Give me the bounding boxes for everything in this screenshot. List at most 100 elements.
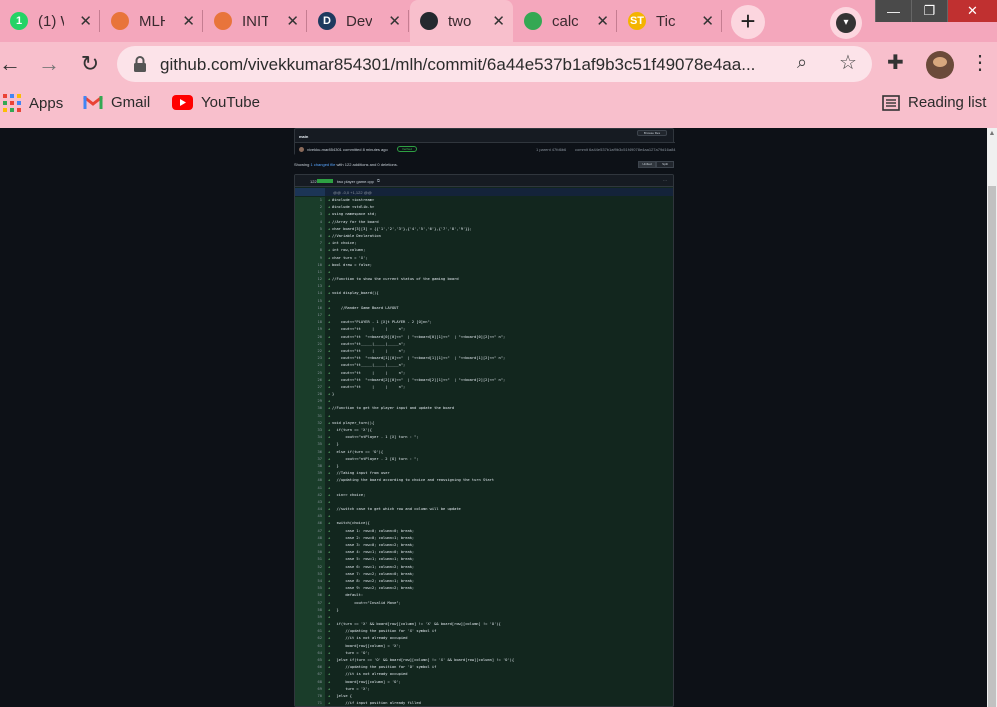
line-number[interactable]: 24 [295,362,325,370]
close-icon[interactable]: ✕ [701,12,714,30]
line-number[interactable]: 43 [295,498,325,507]
line-number[interactable]: 64 [295,649,325,657]
line-number[interactable]: 28 [295,391,325,399]
line-number[interactable]: 52 [295,563,325,571]
line-number[interactable]: 70 [295,692,325,701]
line-number[interactable]: 66 [295,664,325,672]
file-name[interactable]: two player game.cpp [337,179,374,184]
line-number[interactable]: 18 [295,319,325,327]
line-number[interactable]: 27 [295,383,325,392]
line-number[interactable]: 34 [295,434,325,442]
tab-4[interactable]: two ✕ [410,0,513,42]
line-number[interactable]: 2 [295,204,325,212]
line-number[interactable]: 26 [295,376,325,384]
line-number[interactable]: 67 [295,671,325,679]
close-icon[interactable]: ✕ [286,12,299,30]
line-number[interactable]: 30 [295,405,325,413]
line-number[interactable]: 44 [295,506,325,514]
line-number[interactable]: 56 [295,592,325,600]
line-number[interactable]: 6 [295,232,325,241]
tab-3[interactable]: D Dev ✕ [308,0,409,42]
line-number[interactable]: 1 [295,197,325,205]
line-number[interactable]: 13 [295,283,325,291]
profile-avatar[interactable] [926,51,954,79]
line-number[interactable]: 36 [295,448,325,456]
line-number[interactable]: 41 [295,484,325,492]
line-number[interactable]: 65 [295,657,325,665]
commit-parent[interactable]: 1 parent 47fd6b6 [536,147,566,152]
line-number[interactable]: 57 [295,599,325,607]
close-icon[interactable]: ✕ [596,12,609,30]
extensions-puzzle-icon[interactable]: ✚ [887,50,904,75]
line-number[interactable]: 69 [295,685,325,693]
forward-button[interactable]: → [35,50,63,78]
line-number[interactable]: 12 [295,276,325,284]
restore-button[interactable]: ❐ [911,0,947,22]
tab-0[interactable]: 1 (1) W ✕ [0,0,100,42]
line-number[interactable]: 59 [295,613,325,622]
line-number[interactable]: 15 [295,297,325,305]
line-number[interactable]: 51 [295,556,325,564]
close-icon[interactable]: ✕ [79,12,92,30]
line-number[interactable]: 55 [295,585,325,593]
line-number[interactable]: 8 [295,247,325,255]
line-number[interactable]: 20 [295,333,325,341]
line-number[interactable]: 63 [295,642,325,650]
close-icon[interactable]: ✕ [388,12,401,30]
line-number[interactable]: 42 [295,491,325,499]
verified-badge[interactable]: Verified [397,146,417,152]
line-number[interactable]: 50 [295,549,325,557]
line-number[interactable]: 62 [295,635,325,643]
line-number[interactable]: 35 [295,441,325,449]
line-number[interactable]: 38 [295,462,325,471]
line-number[interactable]: 23 [295,355,325,363]
close-icon[interactable]: ✕ [492,12,505,30]
line-number[interactable]: 40 [295,477,325,485]
scrollbar-thumb[interactable] [988,186,996,707]
line-number[interactable]: 46 [295,520,325,528]
reload-button[interactable]: ↻ [76,50,104,78]
line-number[interactable]: 48 [295,534,325,542]
tab-2[interactable]: INIT ✕ [204,0,307,42]
line-number[interactable]: 7 [295,240,325,248]
file-options-icon[interactable]: ⋯ [663,178,667,183]
line-number[interactable]: 37 [295,455,325,463]
minimize-button[interactable]: — [875,0,911,22]
bookmark-youtube[interactable]: YouTube [172,94,260,111]
line-number[interactable]: 4 [295,218,325,226]
line-number[interactable]: 32 [295,419,325,427]
bookmark-apps[interactable]: Apps [3,94,63,112]
tab-1[interactable]: MLH ✕ [101,0,203,42]
line-number[interactable]: 16 [295,304,325,312]
copy-icon[interactable]: ⧉ [377,178,380,183]
tab-search-button[interactable]: ▾ [830,7,862,39]
new-tab-button[interactable]: + [731,5,765,39]
line-number[interactable]: 22 [295,347,325,356]
address-bar[interactable]: github.com/vivekkumar854301/mlh/commit/6… [117,46,872,82]
line-number[interactable]: 47 [295,527,325,535]
commit-author[interactable]: vivekku-mar854301 committed 8 minutes ag… [307,147,388,152]
line-number[interactable]: 53 [295,570,325,578]
line-number[interactable]: 10 [295,261,325,269]
line-number[interactable]: 33 [295,427,325,435]
line-number[interactable]: 61 [295,628,325,636]
line-number[interactable]: 25 [295,369,325,377]
tab-5[interactable]: calc ✕ [514,0,617,42]
close-window-button[interactable]: ✕ [947,0,997,22]
unified-button[interactable]: Unified [638,161,656,168]
line-number[interactable]: 17 [295,312,325,320]
tab-6[interactable]: ST Tic ✕ [618,0,722,42]
line-number[interactable]: 11 [295,268,325,277]
line-number[interactable]: 29 [295,398,325,406]
back-button[interactable]: ← [0,50,24,78]
line-number[interactable]: 45 [295,513,325,521]
line-number[interactable]: 31 [295,412,325,420]
line-number[interactable]: 71 [295,700,325,706]
line-number[interactable]: 21 [295,340,325,348]
line-number[interactable]: 3 [295,211,325,219]
bookmark-gmail[interactable]: Gmail [83,94,150,111]
line-number[interactable]: 58 [295,606,325,614]
kebab-menu-icon[interactable]: ⋮ [970,50,990,75]
browse-files-button[interactable]: Browse files [637,130,667,136]
author-avatar[interactable] [299,147,304,152]
